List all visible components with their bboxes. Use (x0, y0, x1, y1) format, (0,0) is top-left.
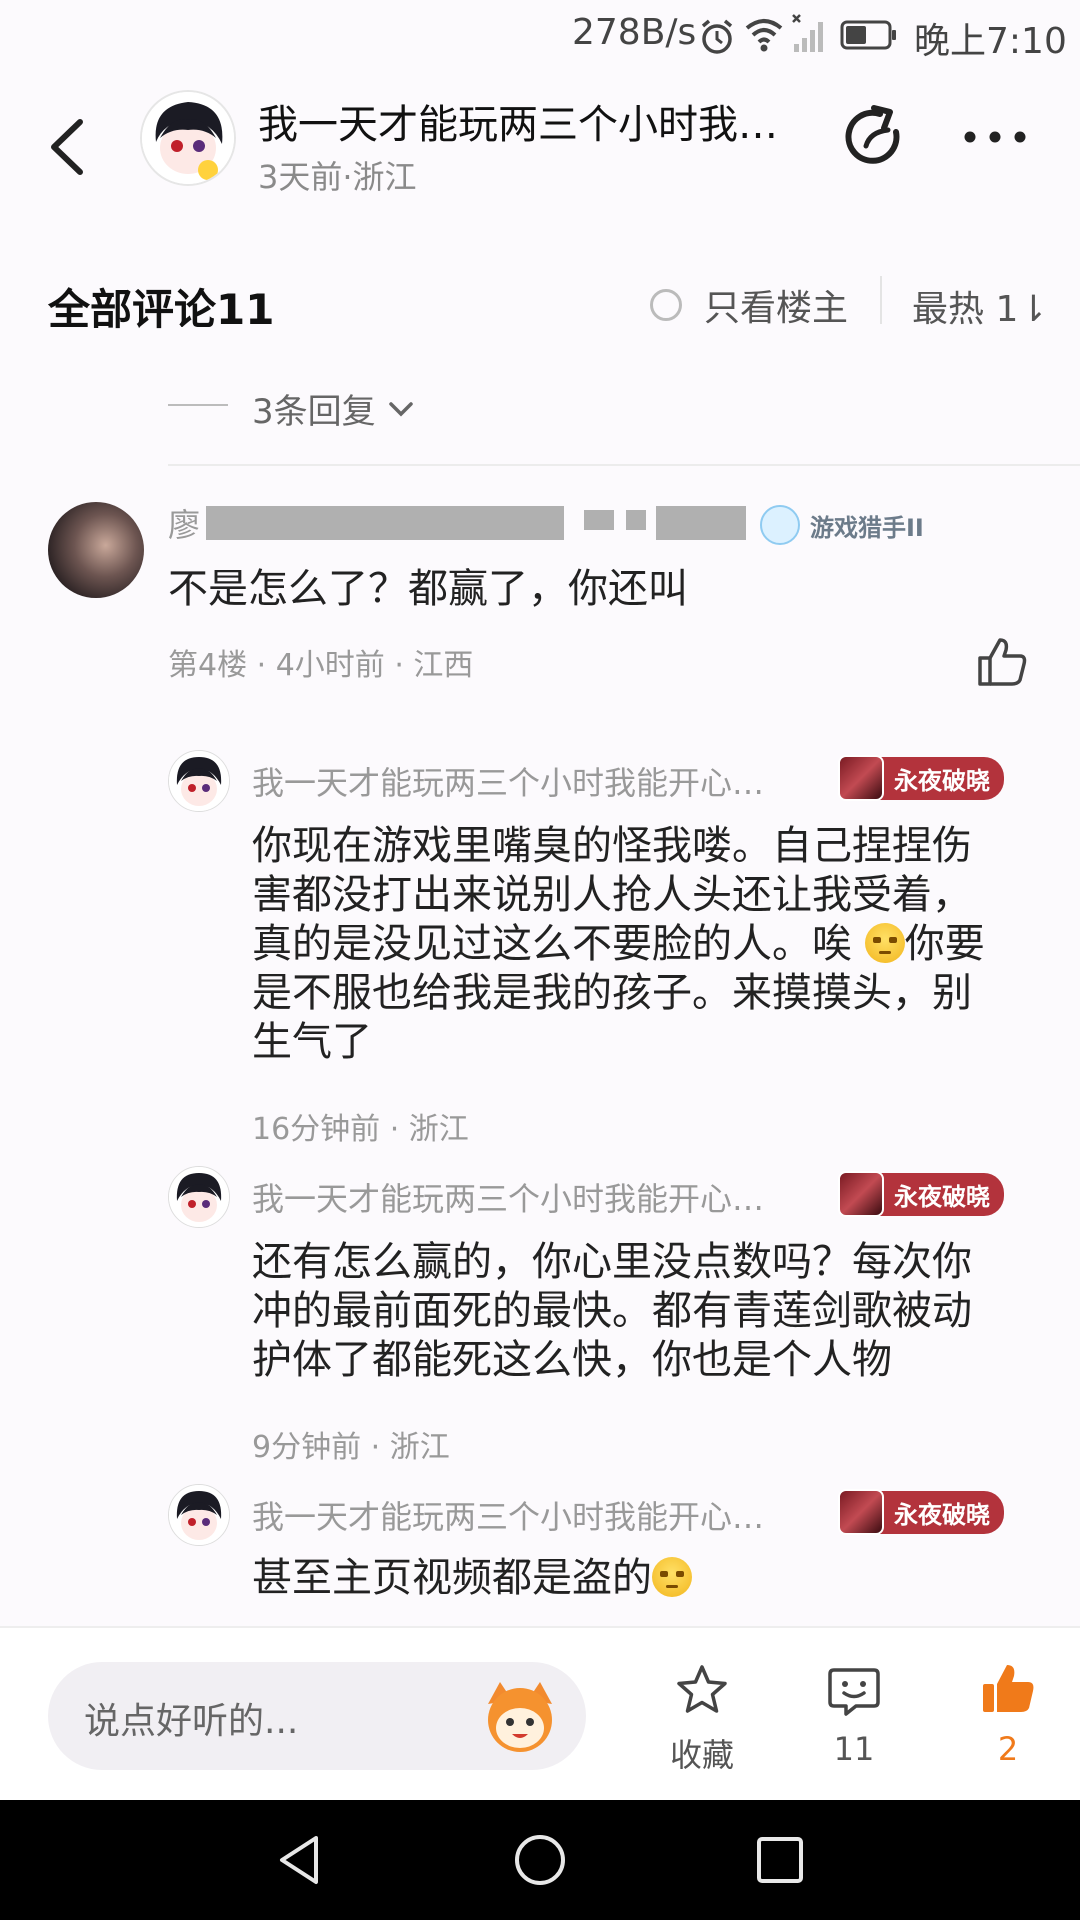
game-controller-icon (760, 505, 800, 545)
nav-recents-icon[interactable] (754, 1834, 806, 1886)
hero-avatar-icon (838, 1489, 884, 1535)
title-badge: 永夜破晓 (838, 1489, 1004, 1535)
like-button[interactable]: 2 (960, 1662, 1056, 1768)
comment-count: 11 (833, 1730, 875, 1768)
wifi-icon (745, 19, 783, 52)
title-badge: 永夜破晓 (838, 1171, 1004, 1217)
reply-text: 你现在游戏里嘴臭的怪我喽。自己捏捏伤 害都没打出来说别人抢人头还让我受着， 真的… (252, 823, 985, 1065)
comment-text: 不是怎么了？都赢了，你还叫 (168, 566, 688, 612)
sort-button[interactable]: 最热 1⇂ (912, 280, 1049, 332)
redacted-name-block (584, 510, 614, 530)
post-header: 我一天才能玩两三个小时我… 3天前·浙江 (0, 72, 1080, 222)
comments-button[interactable]: 11 (806, 1662, 902, 1768)
comment-input[interactable]: 说点好听的... (48, 1662, 586, 1770)
author-avatar[interactable] (140, 90, 236, 186)
commenter-name[interactable]: 廖 (168, 500, 200, 546)
reply-avatar[interactable] (168, 750, 230, 812)
alarm-icon (701, 19, 733, 54)
op-only-label: 只看楼主 (704, 288, 849, 329)
divider (168, 404, 228, 406)
redacted-name-block (206, 506, 564, 540)
more-icon[interactable] (960, 120, 1030, 154)
reply-author-name[interactable]: 我一天才能玩两三个小时我能开心… (252, 1174, 822, 1220)
comment-meta: 第4楼 · 4小时前 · 江西 (168, 648, 474, 683)
clock: 晚上7:10 (914, 21, 1067, 62)
favorite-button[interactable]: 收藏 (650, 1662, 754, 1776)
back-icon[interactable] (40, 112, 100, 182)
badge-label: 游戏猎手II (810, 513, 924, 542)
reply-text: 甚至主页视频都是盗的 (252, 1554, 1080, 1603)
signal-icon (792, 14, 823, 52)
title-badge: 永夜破晓 (838, 755, 1004, 801)
nav-home-icon[interactable] (512, 1832, 568, 1888)
system-nav-bar (0, 1800, 1080, 1920)
eye-roll-emoji-icon (864, 923, 905, 963)
reply-avatar[interactable] (168, 1484, 230, 1546)
replies-toggle-label: 3条回复 (252, 392, 376, 432)
level-badge: 游戏猎手II (760, 504, 924, 546)
network-speed: 278B/s (572, 12, 697, 53)
redacted-name-block (656, 506, 746, 540)
divider (880, 276, 882, 324)
comments-title: 全部评论11 (48, 285, 275, 334)
redacted-name-block (626, 510, 646, 530)
reply-author-name[interactable]: 我一天才能玩两三个小时我能开心… (252, 1492, 822, 1538)
eye-roll-emoji-icon (652, 1557, 692, 1597)
radio-icon[interactable] (650, 289, 682, 321)
nav-back-icon[interactable] (272, 1832, 328, 1888)
reply-text: 还有怎么赢的，你心里没点数吗？每次你 冲的最前面死的最快。都有青莲剑歌被动 护体… (252, 1239, 972, 1383)
commenter-avatar[interactable] (48, 502, 144, 598)
post-title: 我一天才能玩两三个小时我… (258, 102, 778, 148)
divider (168, 464, 1080, 466)
comment-input-placeholder: 说点好听的... (84, 1701, 299, 1742)
battery-icon (840, 20, 896, 50)
reply-author-name[interactable]: 我一天才能玩两三个小时我能开心… (252, 758, 822, 804)
thumbs-up-filled-icon (983, 1665, 1034, 1712)
replies-toggle[interactable]: 3条回复 (252, 384, 416, 433)
bottom-action-bar: 说点好听的... 收藏 11 2 (0, 1626, 1080, 1802)
comment-bubble-icon (828, 1668, 880, 1716)
status-bar: 278B/s 晚上7:10 (0, 0, 1080, 72)
badge-label: 永夜破晓 (878, 1490, 1004, 1534)
post-meta: 3天前·浙江 (258, 158, 417, 196)
badge-label: 永夜破晓 (878, 756, 1004, 800)
reply-avatar[interactable] (168, 1166, 230, 1228)
badge-label: 永夜破晓 (878, 1172, 1004, 1216)
mascot-emoji-icon[interactable] (478, 1674, 562, 1758)
reply-meta: 16分钟前 · 浙江 (252, 1112, 469, 1147)
hero-avatar-icon (838, 755, 884, 801)
thumbs-up-icon[interactable] (976, 636, 1028, 688)
reply-meta: 9分钟前 · 浙江 (252, 1430, 450, 1465)
hero-avatar-icon (838, 1171, 884, 1217)
share-icon[interactable] (840, 102, 910, 172)
star-icon (677, 1665, 727, 1713)
favorite-label: 收藏 (669, 1736, 734, 1774)
chevron-down-icon (388, 401, 413, 416)
like-count: 2 (997, 1730, 1019, 1768)
op-only-toggle[interactable]: 只看楼主 (650, 280, 848, 330)
